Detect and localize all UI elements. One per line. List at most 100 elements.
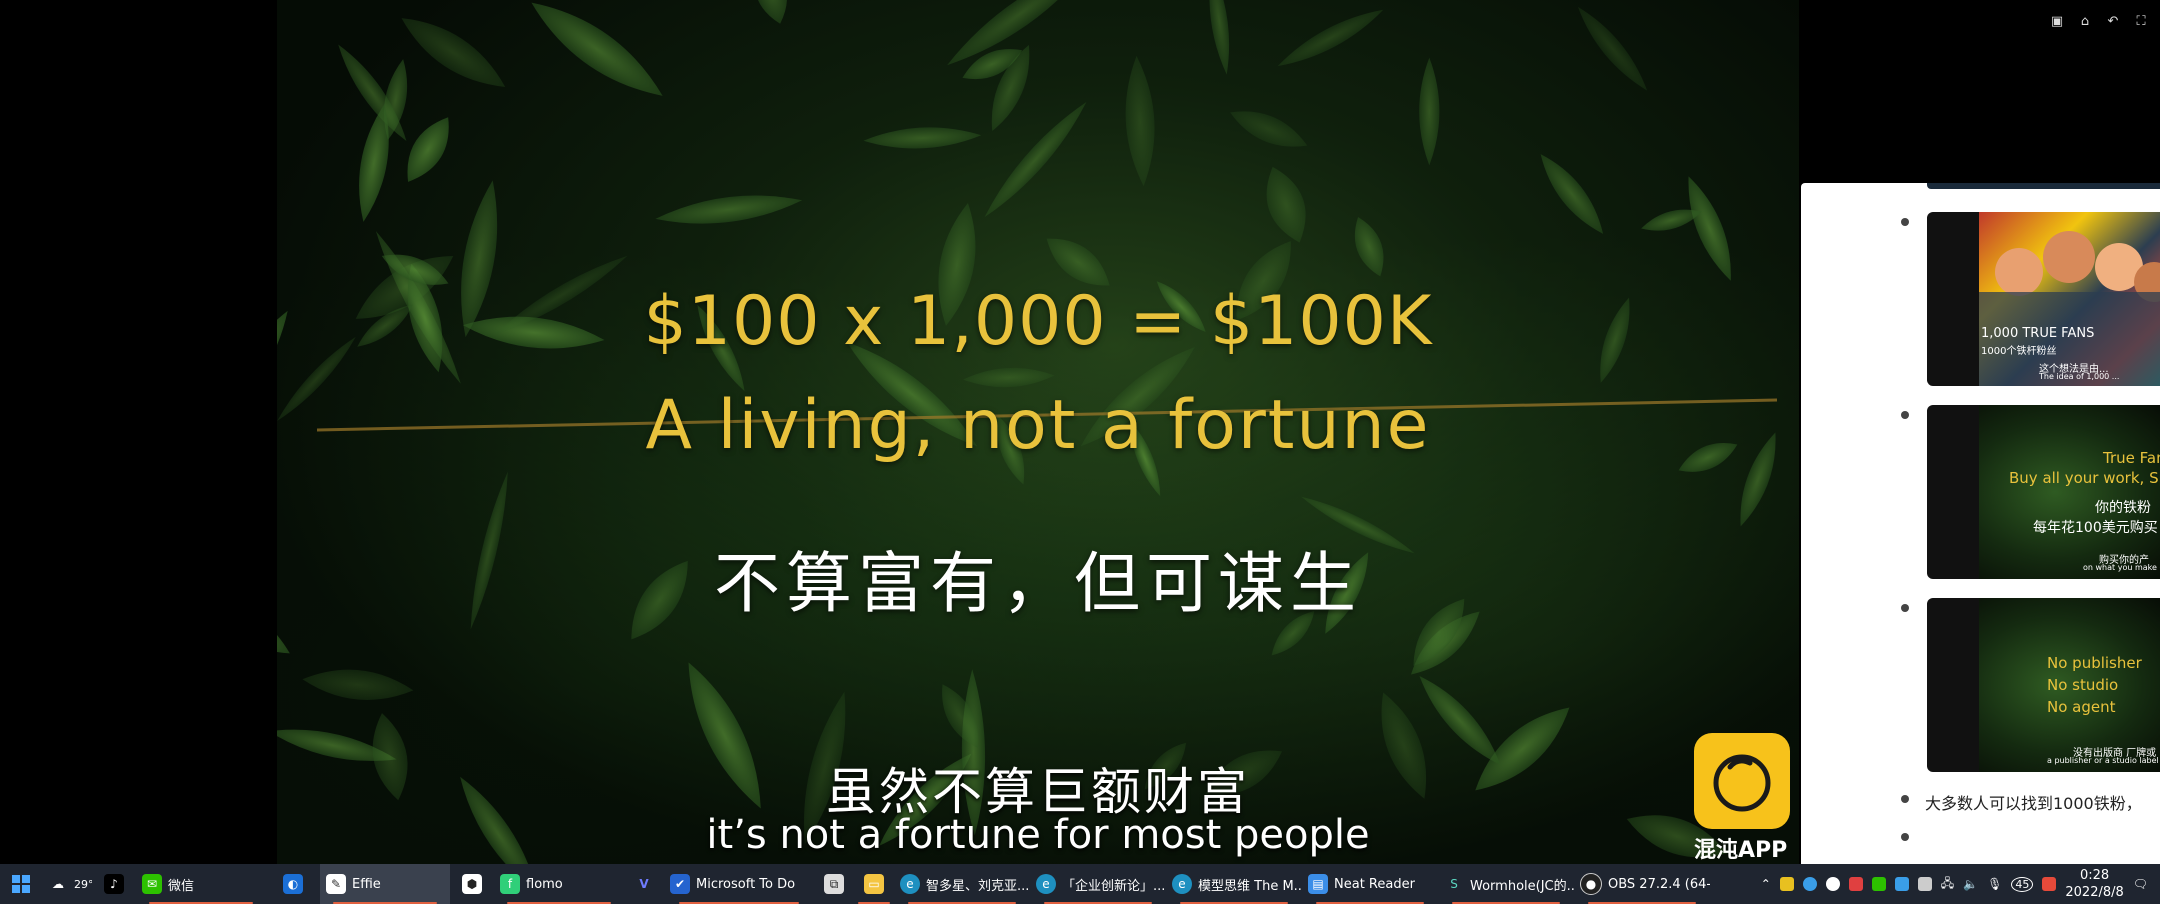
taskbar-edge-3[interactable]: e 模型思维 The M...	[1166, 864, 1302, 904]
taskbar-wormhole[interactable]: S Wormhole(JC的...	[1438, 864, 1574, 904]
thumbnail-line: No publisher	[2047, 654, 2142, 672]
taskbar-edge-app[interactable]: ◐	[266, 864, 320, 904]
tiktok-icon: ♪	[104, 874, 124, 894]
taskbar-wechat[interactable]: ✉ 微信	[136, 864, 266, 904]
list-bullet-empty	[1901, 833, 1909, 841]
taskbar-label: flomo	[526, 876, 563, 892]
picture-in-picture-icon[interactable]: ▣	[2048, 12, 2066, 30]
obs-icon: ●	[1580, 873, 1602, 895]
notes-panel[interactable]: 1,000 TRUE FANS 1000个铁杆粉丝 这个想法是由... The …	[1801, 183, 2160, 864]
thumbnail-line: on what you make e	[2083, 563, 2160, 572]
taskbar-todo[interactable]: ✔ Microsoft To Do	[664, 864, 814, 904]
tray-app-icon[interactable]	[1825, 877, 1840, 891]
leaf-shape	[531, 2, 663, 96]
app-icon: ◐	[283, 874, 303, 894]
folder-icon: ▭	[864, 874, 884, 894]
thumbnail-image: True Fan Buy all your work, Spe 你的铁粉 每年花…	[1979, 405, 2160, 579]
list-bullet	[1901, 795, 1909, 803]
wechat-icon: ✉	[142, 874, 162, 894]
thumbnail-line: Buy all your work, Spe	[2009, 469, 2160, 487]
thumbnail-title: 1,000 TRUE FANS	[1981, 326, 2095, 341]
weather-widget[interactable]: ☁ 29°C	[42, 864, 92, 904]
taskbar-v-app[interactable]: V	[624, 864, 664, 904]
thumbnail-true-fan[interactable]: True Fan Buy all your work, Spe 你的铁粉 每年花…	[1927, 405, 2160, 579]
leaf-shape	[407, 117, 449, 182]
thumbnail-line: 每年花100美元购买	[2033, 520, 2158, 536]
leaf-shape	[755, 0, 787, 24]
thumbnail-true-fans[interactable]: 1,000 TRUE FANS 1000个铁杆粉丝 这个想法是由... The …	[1927, 212, 2160, 386]
thumbnail-line: True Fan	[2103, 449, 2160, 467]
leaf-shape	[1354, 216, 1384, 277]
thumbnail-no-publisher[interactable]: No publisher No studio No agent 没有出版商 厂牌…	[1927, 598, 2160, 772]
taskbar-screenshot-app[interactable]: ⧉	[814, 864, 854, 904]
flomo-icon: f	[500, 874, 520, 894]
clock-date: 2022/8/8	[2065, 885, 2124, 900]
leaf-shape	[1419, 57, 1440, 166]
back-icon[interactable]: ↶	[2104, 12, 2122, 30]
taskbar-neat-reader[interactable]: ▤ Neat Reader	[1302, 864, 1438, 904]
taskbar-tiktok[interactable]: ♪	[92, 864, 136, 904]
thumbnail-subtitle: 1000个铁杆粉丝	[1981, 346, 2057, 357]
taskbar-label: OBS 27.2.4 (64-...	[1608, 876, 1710, 892]
clock-time: 0:28	[2079, 868, 2110, 883]
v-app-icon: V	[639, 877, 649, 891]
list-bullet	[1901, 411, 1909, 419]
tray-number-badge[interactable]: 45	[2011, 876, 2034, 892]
thumbnail-line: No studio	[2047, 676, 2119, 694]
microphone-icon[interactable]: 🎙	[1987, 877, 2002, 891]
subtitle-english: it’s not a fortune for most people	[706, 812, 1370, 858]
edge-icon: e	[900, 874, 920, 894]
hundun-app-logo	[1694, 733, 1790, 829]
leaf-shape	[1577, 6, 1648, 91]
taskbar-edge-1[interactable]: e 智多星、刘克亚...	[894, 864, 1030, 904]
tray-app-icon[interactable]	[1779, 877, 1794, 891]
start-button[interactable]	[0, 864, 42, 904]
effie-icon: ✎	[326, 874, 346, 894]
tray-app-icon[interactable]	[1802, 877, 1817, 891]
taskbar-effie[interactable]: ✎ Effie	[320, 864, 450, 904]
thumbnail-line: No agent	[2047, 698, 2116, 716]
leaf-shape	[655, 195, 803, 224]
taskbar-flomo[interactable]: f flomo	[494, 864, 624, 904]
taskbar-label: 模型思维 The M...	[1198, 878, 1302, 894]
leaf-shape	[1125, 55, 1155, 187]
edge-icon: e	[1036, 874, 1056, 894]
taskbar-edge-2[interactable]: e 「企业创新论」...	[1030, 864, 1166, 904]
thumbnail-caption-en: The idea of 1,000 ...	[2039, 372, 2120, 381]
leaf-shape	[863, 127, 982, 149]
list-bullet	[1901, 218, 1909, 226]
weather-icon: ☁	[52, 877, 64, 891]
video-player[interactable]: $100 x 1,000 = $100K A living, not a for…	[277, 0, 1799, 864]
edge-icon: e	[1172, 874, 1192, 894]
leaf-shape	[1540, 154, 1604, 234]
taskbar-label: 微信	[168, 878, 195, 894]
thumbnail-image: 1,000 TRUE FANS 1000个铁杆粉丝 这个想法是由... The …	[1979, 212, 2160, 386]
leaf-shape	[1277, 9, 1384, 67]
volume-icon[interactable]: 🔈	[1963, 877, 1978, 891]
note-text-line[interactable]: 大多数人可以找到1000铁粉，	[1925, 790, 2142, 814]
wormhole-icon: S	[1450, 877, 1458, 891]
taskbar-cube-app[interactable]: ⬢	[450, 864, 494, 904]
notification-icon[interactable]: 🗨	[2133, 877, 2148, 891]
network-icon[interactable]: 🖧	[1941, 874, 1954, 895]
clock[interactable]: 0:28 2022/8/8	[2065, 867, 2123, 901]
fullscreen-icon[interactable]: ⛶	[2132, 12, 2150, 30]
neat-reader-icon: ▤	[1308, 874, 1328, 894]
chevron-up-icon[interactable]: ⌃	[1761, 877, 1771, 891]
cube-icon: ⬢	[462, 874, 482, 894]
headline-equation: $100 x 1,000 = $100K	[643, 282, 1433, 361]
tray-wechat-icon[interactable]	[1871, 877, 1886, 891]
taskbar-file-explorer[interactable]: ▭	[854, 864, 894, 904]
tray-app-icon[interactable]	[1917, 877, 1932, 891]
taskbar-label: Wormhole(JC的...	[1470, 878, 1574, 894]
taskbar-obs[interactable]: ● OBS 27.2.4 (64-...	[1574, 864, 1710, 904]
tray-app-icon[interactable]	[1848, 877, 1863, 891]
hundun-app-label: 混沌APP	[1694, 838, 1788, 863]
tray-app-icon[interactable]	[1894, 877, 1909, 891]
tray-app-icon[interactable]	[2042, 877, 2057, 891]
taskbar-label: 「企业创新论」...	[1062, 878, 1166, 894]
home-icon[interactable]: ⌂	[2076, 12, 2094, 30]
windows-icon	[12, 875, 30, 893]
list-bullet	[1901, 604, 1909, 612]
taskbar-label: Neat Reader	[1334, 876, 1415, 892]
